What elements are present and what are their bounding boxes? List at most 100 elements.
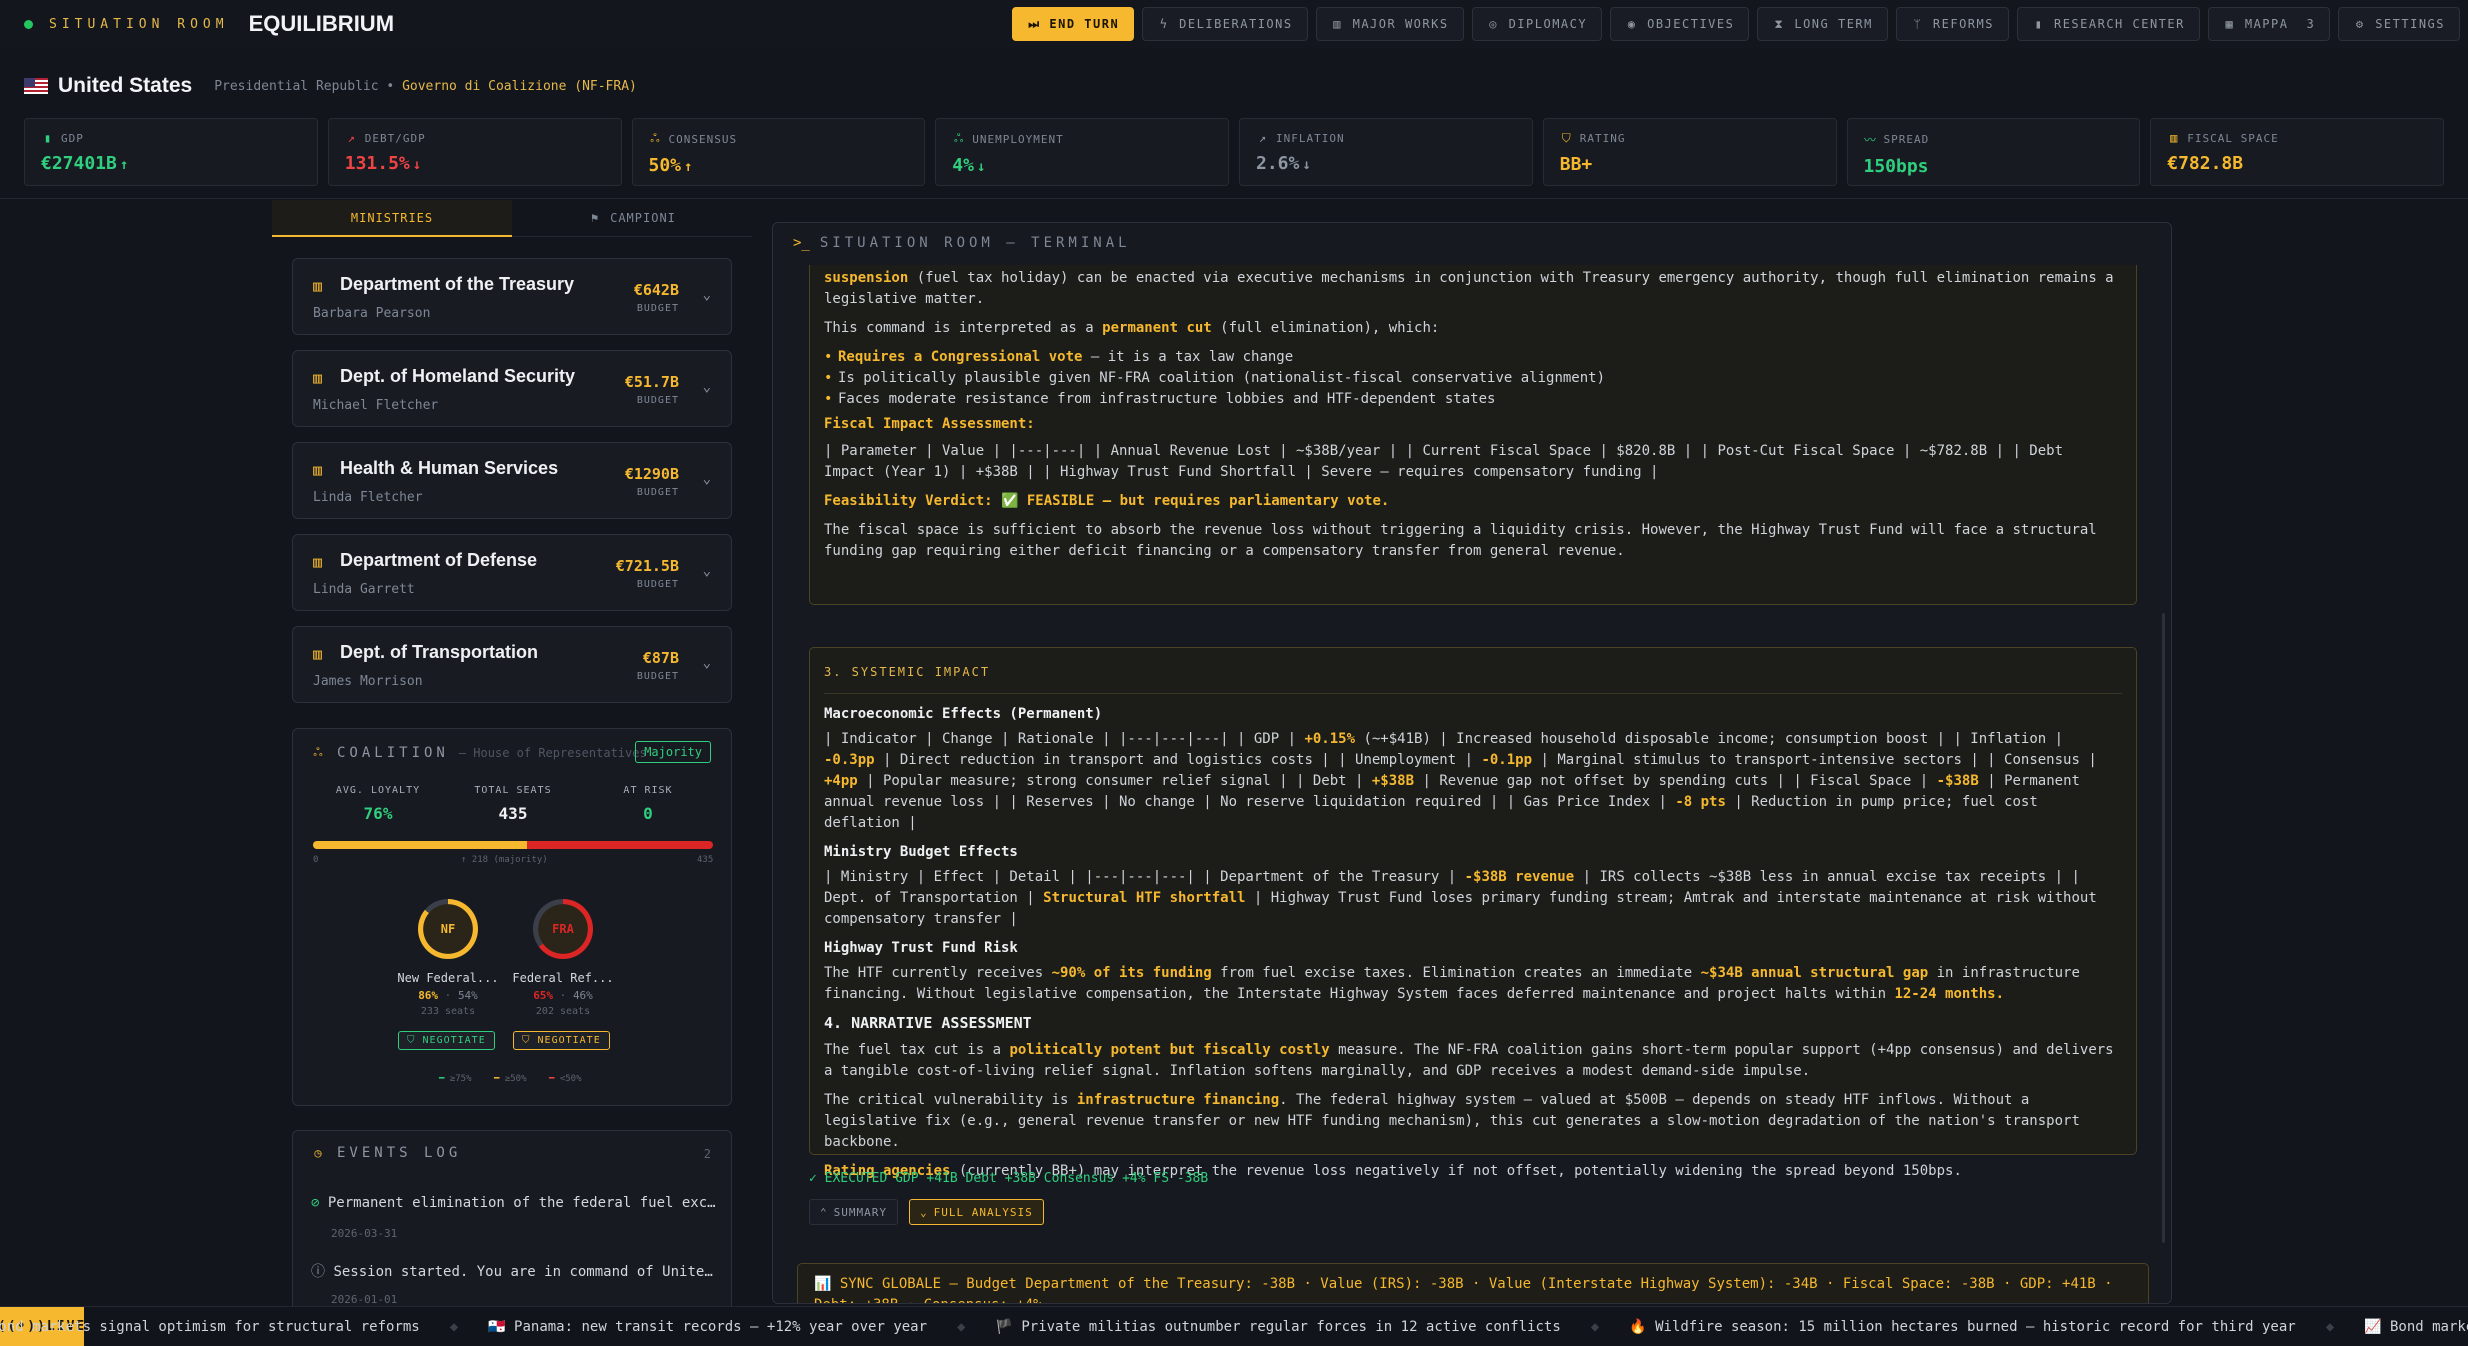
coalition-title: COALITION <box>337 745 449 761</box>
nav-reforms-button[interactable]: ᛘ REFORMS <box>1895 7 2009 41</box>
stat-spread: 〰 SPREAD 150bps <box>1846 118 2141 186</box>
nav-major-works-button[interactable]: ▥ MAJOR WORKS <box>1315 7 1464 41</box>
party-fra[interactable]: FRA Federal Ref... 65% · 46% 202 seats <box>503 899 623 1017</box>
git-branch-icon: ᛘ <box>1913 17 1923 31</box>
stats-row: ▮ GDP €27401B ↑ ↗ DEBT/GDP 131.5% ↓ ஃ CONSENSUS 50… <box>24 118 2444 186</box>
bank-icon: ▥ <box>2170 131 2179 145</box>
flag-icon: ⚑ <box>590 211 600 225</box>
ticker-separator: ◆ <box>2325 1318 2335 1335</box>
stat-fiscal-space: ▥ FISCAL SPACE €782.8B <box>2150 118 2444 186</box>
ticker-item[interactable]: 🔥 Wildfire season: 15 million hectares b… <box>1629 1319 2295 1335</box>
budget-label: BUDGET <box>636 579 679 590</box>
ticker-item[interactable]: 🇵🇦 Panama: new transit records — +12% ye… <box>488 1319 927 1335</box>
terminal-header: >_ SITUATION ROOM — TERMINAL <box>793 235 1131 251</box>
nav-objectives-button[interactable]: ◉ OBJECTIVES <box>1610 7 1750 41</box>
ministry-card[interactable]: ▥ Health & Human Services Linda Fletcher €1… <box>292 442 732 519</box>
party-nf[interactable]: NF New Federal... 86% · 54% 233 seats <box>388 899 508 1017</box>
chevron-down-icon[interactable]: ⌄ <box>703 379 711 395</box>
legend-swatch: ━ <box>494 1074 505 1084</box>
party-seats: 233 seats <box>420 1006 476 1017</box>
stat-value-text: €782.8B <box>2167 153 2244 174</box>
nav-end-turn-button[interactable]: ⏭ END TURN <box>1012 7 1135 41</box>
nav-label: MAPPA <box>2244 17 2289 31</box>
summary-button[interactable]: ⌃ SUMMARY <box>809 1199 898 1225</box>
stat-label: ↗ INFLATION <box>1256 131 1516 145</box>
negotiate-button[interactable]: ⛉ NEGOTIATE <box>398 1031 495 1050</box>
play-icon: ⏭ <box>1028 16 1041 31</box>
party-share: 46% <box>572 989 593 1002</box>
stat-value: BB+ <box>1560 154 1820 175</box>
top-bar: SITUATION ROOM EQUILIBRIUM ⏭ END TURN ϟ DEL… <box>0 0 2468 48</box>
separator: • <box>386 78 395 94</box>
legend-item: ━ ≥75% <box>439 1074 472 1084</box>
nav-research-center-button[interactable]: ▮ RESEARCH CENTER <box>2016 7 2200 41</box>
seat-bar-fill <box>313 841 527 849</box>
country-subtitle: Presidential Republic • Governo di Coali… <box>214 79 637 94</box>
budget-label: BUDGET <box>636 303 679 314</box>
brand-subtitle: SITUATION ROOM <box>49 16 229 32</box>
chevron-down-icon[interactable]: ⌄ <box>703 287 711 303</box>
target-icon: ◉ <box>1627 17 1637 31</box>
ticker-item[interactable]: 📈 Bond markets signal optimism for struc… <box>0 1319 420 1335</box>
stat-value: 150bps <box>1864 156 2124 177</box>
ministry-card[interactable]: ▥ Dept. of Transportation James Morrison €8… <box>292 626 732 703</box>
status-dot <box>24 19 33 29</box>
budget-label: BUDGET <box>636 671 679 682</box>
stat-value-text: €27401B <box>41 153 117 174</box>
building-icon: ▥ <box>1333 17 1342 31</box>
negotiate-label: NEGOTIATE <box>422 1035 486 1046</box>
hourglass-icon: ⧗ <box>1774 16 1785 31</box>
chevron-down-icon[interactable]: ⌄ <box>703 471 711 487</box>
chevron-down-icon[interactable]: ⌄ <box>703 655 711 671</box>
scrollbar[interactable] <box>2162 613 2165 1243</box>
avg-loyalty-stat: AVG. LOYALTY 76% <box>335 785 421 823</box>
gear-icon: ⚙ <box>2355 17 2365 31</box>
party-ring: NF <box>418 899 478 959</box>
ticker-separator: ◆ <box>449 1318 459 1335</box>
nav-diplomacy-button[interactable]: ◎ DIPLOMACY <box>1471 7 1603 41</box>
analysis-box-systemic: 3. SYSTEMIC IMPACT Macroeconomic Effects… <box>809 647 2137 1179</box>
nav-mappa-button[interactable]: ▦ MAPPA 3 <box>2207 7 2331 41</box>
ministry-name: Health & Human Services <box>340 458 559 478</box>
terminal-title: SITUATION ROOM — TERMINAL <box>819 235 1131 251</box>
stat-label: ▥ FISCAL SPACE <box>2167 131 2427 145</box>
stat-inflation: ↗ INFLATION 2.6% ↓ <box>1239 118 1533 186</box>
negotiate-button[interactable]: ⛉ NEGOTIATE <box>513 1031 610 1050</box>
ministry-name: Department of the Treasury <box>340 274 575 294</box>
ticker-item[interactable]: 📈 Bond markets signal optimism <box>2364 1319 2468 1335</box>
mappa-count-badge: 3 <box>2306 17 2316 31</box>
ministry-budget: €87B <box>642 649 679 667</box>
ministry-card[interactable]: ▥ Department of the Treasury Barbara Pears… <box>292 258 732 335</box>
event-item[interactable]: ⓘ Session started. You are in command of… <box>311 1261 721 1281</box>
budget-label: BUDGET <box>636 487 679 498</box>
ticker-item[interactable]: 🏴 Private militias outnumber regular for… <box>995 1319 1560 1335</box>
party-ring: FRA <box>533 899 593 959</box>
nav-deliberations-button[interactable]: ϟ DELIBERATIONS <box>1142 7 1308 41</box>
ministry-name: Department of Defense <box>340 550 538 570</box>
executed-line: ✓ EXECUTED GDP +41B Debt +38B Consensus … <box>809 1171 1209 1186</box>
ministry-card[interactable]: ▥ Dept. of Homeland Security Michael Fletc… <box>292 350 732 427</box>
party-name: New Federal... <box>397 971 499 985</box>
event-date: 2026-03-31 <box>331 1227 398 1240</box>
stat-value-text: 2.6% <box>1256 153 1300 174</box>
event-item[interactable]: ⊘ Permanent elimination of the federal f… <box>311 1195 721 1211</box>
chevron-down-icon[interactable]: ⌄ <box>703 563 711 579</box>
stat-label-text: DEBT/GDP <box>364 131 426 145</box>
stat-label-text: FISCAL SPACE <box>2187 131 2279 145</box>
left-tabs: MINISTRIES ⚑ CAMPIONI <box>272 200 752 237</box>
tab-campioni[interactable]: ⚑ CAMPIONI <box>512 200 752 237</box>
coalition-subtitle: — House of Representatives <box>458 746 647 760</box>
nav-long-term-button[interactable]: ⧗ LONG TERM <box>1757 7 1888 41</box>
nav-settings-button[interactable]: ⚙ SETTINGS <box>2338 7 2460 41</box>
nav-label: END TURN <box>1049 17 1120 31</box>
stat-value: €27401B ↑ <box>41 153 301 174</box>
building-icon: ▥ <box>313 553 323 571</box>
terminal-scroll[interactable]: suspension (fuel tax holiday) can be ena… <box>773 265 2171 1303</box>
country-name: United States <box>58 74 193 97</box>
building-icon: ▥ <box>313 645 323 663</box>
full-analysis-button[interactable]: ⌄ FULL ANALYSIS <box>909 1199 1044 1225</box>
nav-label: LONG TERM <box>1794 17 1873 31</box>
ministry-card[interactable]: ▥ Department of Defense Linda Garrett €721.… <box>292 534 732 611</box>
stat-value: €782.8B <box>2167 153 2427 174</box>
tab-ministries[interactable]: MINISTRIES <box>272 200 512 237</box>
